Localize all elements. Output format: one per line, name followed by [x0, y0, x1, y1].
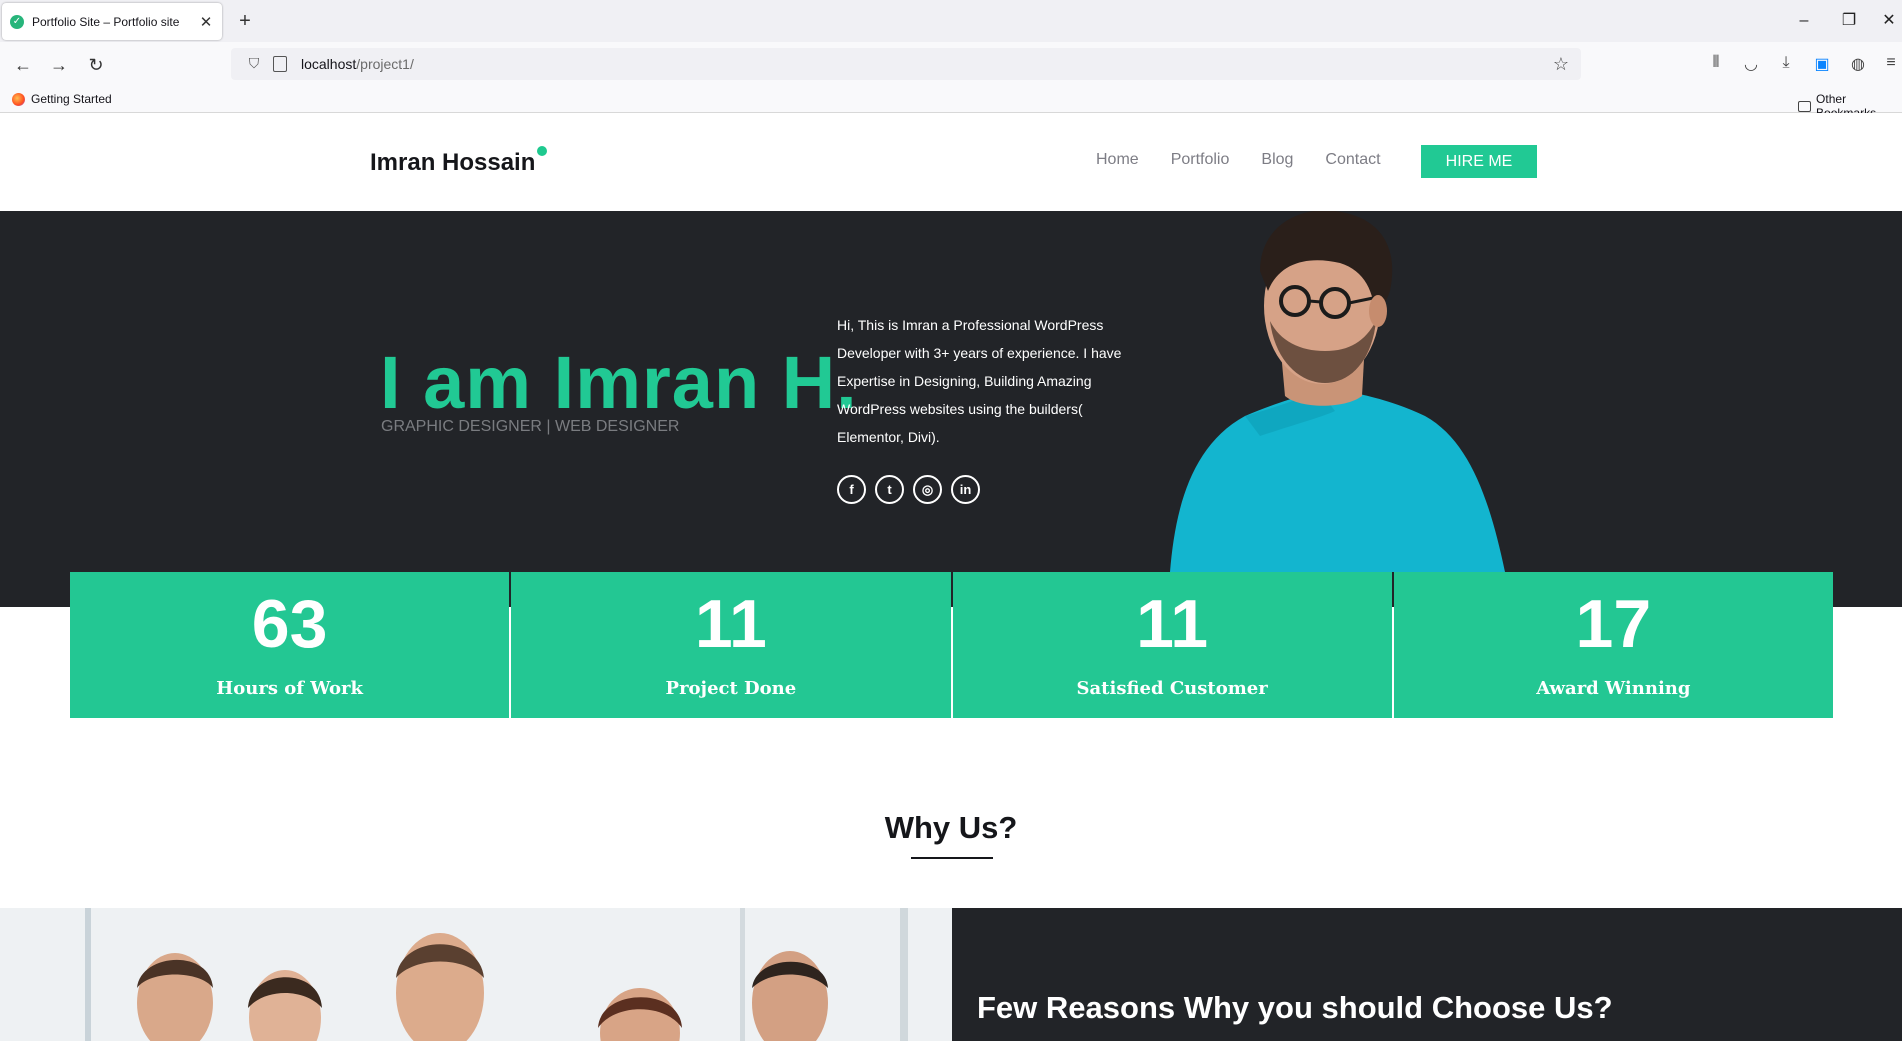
page-info-icon[interactable]	[273, 56, 287, 72]
browser-tab[interactable]: ✓ Portfolio Site – Portfolio site ✕	[2, 3, 222, 40]
extension-icon[interactable]: ▣	[1811, 54, 1833, 74]
bookmark-getting-started[interactable]: Getting Started	[12, 92, 112, 106]
pocket-icon[interactable]: ◡	[1740, 54, 1762, 74]
portrait-image	[1170, 211, 1505, 572]
stat-value: 11	[694, 586, 767, 662]
bookmarks-bar: Getting Started Other Bookmarks	[0, 87, 1902, 120]
hire-me-button[interactable]: HIRE ME	[1421, 145, 1537, 178]
team-photo	[0, 908, 952, 1041]
main-menu: Home Portfolio Blog Contact	[1096, 151, 1381, 169]
stat-label: Award Winning	[1536, 678, 1691, 699]
stat-value: 63	[251, 586, 328, 662]
stats-bar: 63 Hours of Work 11 Project Done 11 Sati…	[70, 572, 1833, 718]
close-tab-icon[interactable]: ✕	[198, 13, 214, 31]
back-icon[interactable]: ←	[10, 53, 36, 77]
close-window-icon[interactable]: ✕	[1877, 10, 1901, 32]
stat-projects: 11 Project Done	[511, 572, 951, 718]
firefox-icon	[12, 92, 25, 106]
social-links: f t ◎ in	[837, 475, 980, 504]
site-header: Imran Hossain Home Portfolio Blog Contac…	[0, 113, 1902, 211]
library-icon[interactable]: ⫴	[1705, 54, 1727, 72]
bookmark-label: Getting Started	[31, 92, 112, 106]
globe-icon[interactable]: ◍	[1847, 54, 1869, 74]
facebook-icon[interactable]: f	[837, 475, 866, 504]
shield-icon[interactable]: ⛉	[245, 55, 263, 73]
team-photo-illustration	[0, 908, 952, 1041]
stat-label: Hours of Work	[216, 678, 363, 699]
twitter-icon[interactable]: t	[875, 475, 904, 504]
new-tab-icon[interactable]: +	[234, 10, 256, 32]
folder-icon	[1798, 100, 1812, 112]
forward-icon[interactable]: →	[46, 53, 72, 77]
site-logo[interactable]: Imran Hossain	[370, 149, 535, 177]
stat-awards: 17 Award Winning	[1393, 572, 1833, 718]
reasons-heading: Few Reasons Why you should Choose Us?	[977, 990, 1613, 1025]
linkedin-icon[interactable]: in	[951, 475, 980, 504]
reasons-panel: Few Reasons Why you should Choose Us?	[952, 908, 1902, 1041]
menu-item-home[interactable]: Home	[1096, 151, 1139, 169]
logo-dot	[537, 146, 547, 156]
stat-label: Satisfied Customer	[1076, 678, 1268, 699]
downloads-icon[interactable]: ⤓	[1775, 54, 1797, 72]
minimize-icon[interactable]: –	[1792, 10, 1816, 32]
menu-item-portfolio[interactable]: Portfolio	[1171, 151, 1230, 169]
url-host: localhost	[301, 56, 357, 72]
hero-section: I am Imran H. GRAPHIC DESIGNER | WEB DES…	[0, 211, 1902, 607]
stat-label: Project Done	[665, 678, 797, 699]
site-favicon-icon: ✓	[10, 14, 24, 29]
url-path: /project1/	[356, 56, 414, 72]
menu-icon[interactable]: ≡	[1880, 54, 1902, 72]
hero-title: I am Imran H.	[380, 341, 858, 424]
hero-subtitle: GRAPHIC DESIGNER | WEB DESIGNER	[381, 418, 680, 435]
browser-tab-strip: ✓ Portfolio Site – Portfolio site ✕ + – …	[0, 0, 1902, 42]
stat-value: 11	[1136, 586, 1209, 662]
menu-item-blog[interactable]: Blog	[1261, 151, 1293, 169]
address-bar[interactable]: ⛉ localhost/project1/ ☆	[231, 48, 1581, 80]
menu-item-contact[interactable]: Contact	[1325, 151, 1380, 169]
stat-customers: 11 Satisfied Customer	[952, 572, 1392, 718]
instagram-icon[interactable]: ◎	[913, 475, 942, 504]
browser-toolbar: ← → ↻ ⛉ localhost/project1/ ☆ ⫴ ◡ ⤓ ▣ ◍ …	[0, 42, 1902, 87]
hero-bio: Hi, This is Imran a Professional WordPre…	[837, 317, 1122, 445]
restore-icon[interactable]: ❐	[1837, 10, 1861, 32]
heading-underline	[911, 857, 993, 859]
why-us-heading: Why Us?	[884, 810, 1018, 845]
reload-icon[interactable]: ↻	[83, 53, 109, 77]
tab-title: Portfolio Site – Portfolio site	[32, 14, 180, 29]
stat-hours: 63 Hours of Work	[70, 572, 510, 718]
stat-value: 17	[1575, 586, 1652, 662]
bookmark-star-icon[interactable]: ☆	[1553, 54, 1569, 75]
